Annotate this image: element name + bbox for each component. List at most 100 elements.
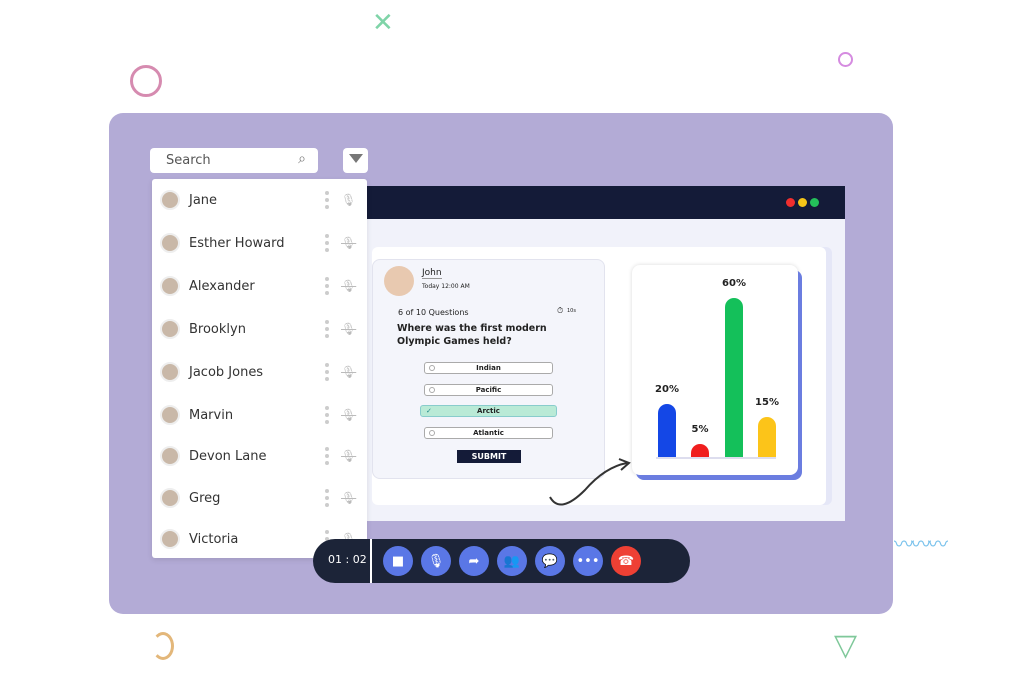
more-options-icon[interactable] xyxy=(325,447,329,465)
participant-name: Victoria xyxy=(189,531,239,547)
timer-icon: ⏱ xyxy=(557,306,564,315)
hangup-button[interactable]: ☎ xyxy=(611,546,641,576)
avatar xyxy=(160,529,180,549)
more-options-icon[interactable] xyxy=(325,489,329,507)
option-pacific[interactable]: Pacific xyxy=(424,384,553,396)
video-button[interactable]: ■ xyxy=(383,546,413,576)
participant-name: Marvin xyxy=(189,407,234,423)
more-options-icon[interactable] xyxy=(325,363,329,381)
avatar xyxy=(160,233,180,253)
radio-icon xyxy=(429,365,435,371)
mic-off-icon[interactable]: 🎙 xyxy=(341,449,356,463)
bar-label: 20% xyxy=(655,384,679,395)
more-button[interactable]: ••• xyxy=(573,546,603,576)
quiz-author: John xyxy=(422,268,442,279)
participant-list: Jane 🎙 Esther Howard 🎙 Alexander 🎙 Brooklyn 🎙 Ja… xyxy=(152,179,367,558)
arrow-icon xyxy=(549,458,631,506)
bar-label: 5% xyxy=(691,423,709,435)
deco-x: ✕ xyxy=(372,8,394,38)
participant-name: Devon Lane xyxy=(189,448,267,464)
more-options-icon[interactable] xyxy=(325,406,329,424)
share-button[interactable]: ➦ xyxy=(459,546,489,576)
search-input[interactable]: Search ⌕ xyxy=(150,148,318,173)
divider xyxy=(370,539,372,583)
video-icon: ■ xyxy=(391,553,405,569)
avatar xyxy=(160,190,180,210)
more-options-icon[interactable] xyxy=(325,320,329,338)
participant-name: Greg xyxy=(189,490,221,506)
chat-icon: 💬 xyxy=(541,553,559,569)
deco-triangle: ▽ xyxy=(834,628,858,663)
window-maximize-button[interactable] xyxy=(810,198,819,207)
avatar xyxy=(160,362,180,382)
avatar xyxy=(160,319,180,339)
chart-baseline xyxy=(656,457,776,459)
option-arctic[interactable]: ✓ Arctic xyxy=(420,405,557,417)
participant-row[interactable]: Jacob Jones 🎙 xyxy=(152,351,367,393)
call-timer: 01 : 02 xyxy=(328,553,367,566)
bar-label: 60% xyxy=(722,278,746,289)
participant-row[interactable]: Alexander 🎙 xyxy=(152,265,367,307)
quiz-progress: 6 of 10 Questions xyxy=(398,308,469,317)
deco-wave: 〰〰〰 xyxy=(894,532,948,556)
filter-icon xyxy=(349,154,363,163)
filter-button[interactable] xyxy=(343,148,368,173)
more-options-icon[interactable] xyxy=(325,277,329,295)
check-icon: ✓ xyxy=(426,407,432,415)
search-icon: ⌕ xyxy=(298,151,306,167)
avatar xyxy=(160,488,180,508)
radio-icon xyxy=(429,430,435,436)
quiz-card: John Today 12:00 AM 6 of 10 Questions ⏱ … xyxy=(372,259,605,479)
participant-row[interactable]: Devon Lane 🎙 xyxy=(152,435,367,477)
bar-atlantic xyxy=(758,417,776,457)
more-options-icon[interactable] xyxy=(325,191,329,209)
participant-row[interactable]: Greg 🎙 xyxy=(152,477,367,519)
window-close-button[interactable] xyxy=(786,198,795,207)
participants-icon: 👥 xyxy=(503,553,521,569)
participant-row[interactable]: Marvin 🎙 xyxy=(152,394,367,436)
participant-name: Alexander xyxy=(189,278,255,294)
mic-off-icon[interactable]: 🎙 xyxy=(341,279,356,293)
bar-arctic xyxy=(725,298,743,457)
chat-button[interactable]: 💬 xyxy=(535,546,565,576)
avatar xyxy=(160,405,180,425)
mic-button[interactable]: 🎙 xyxy=(421,546,451,576)
option-atlantic[interactable]: Atlantic xyxy=(424,427,553,439)
avatar xyxy=(384,266,414,296)
mic-icon: 🎙 xyxy=(427,553,445,569)
option-indian[interactable]: Indian xyxy=(424,362,553,374)
more-options-icon[interactable] xyxy=(325,234,329,252)
quiz-question: Where was the first modern Olympic Games… xyxy=(397,323,547,347)
bar-pacific xyxy=(691,443,709,457)
window-titlebar xyxy=(367,186,845,219)
hangup-icon: ☎ xyxy=(617,553,635,569)
share-icon: ➦ xyxy=(468,553,480,569)
participant-name: Esther Howard xyxy=(189,235,285,251)
deco-arc xyxy=(152,632,174,660)
participant-name: Jane xyxy=(189,192,218,208)
mic-off-icon[interactable]: 🎙 xyxy=(341,236,356,250)
participant-name: Jacob Jones xyxy=(189,364,264,380)
bar-label: 15% xyxy=(755,397,779,409)
participant-name: Brooklyn xyxy=(189,321,246,337)
radio-icon xyxy=(429,387,435,393)
mic-off-icon[interactable]: 🎙 xyxy=(341,365,356,379)
deco-circle-pink xyxy=(130,65,162,97)
participant-row[interactable]: Esther Howard 🎙 xyxy=(152,222,367,264)
bar-indian xyxy=(658,404,676,457)
more-icon: ••• xyxy=(576,553,600,569)
participants-button[interactable]: 👥 xyxy=(497,546,527,576)
submit-button[interactable]: SUBMIT xyxy=(457,450,521,463)
poll-results-chart: 20% 5% 60% 15% xyxy=(632,265,798,475)
avatar xyxy=(160,446,180,466)
quiz-time: Today 12:00 AM xyxy=(422,283,470,290)
quiz-timer: 10s xyxy=(567,308,576,314)
mic-off-icon[interactable]: 🎙 xyxy=(341,408,356,422)
participant-row[interactable]: Jane 🎙 xyxy=(152,179,367,221)
mic-icon[interactable]: 🎙 xyxy=(341,193,356,207)
window-minimize-button[interactable] xyxy=(798,198,807,207)
avatar xyxy=(160,276,180,296)
mic-off-icon[interactable]: 🎙 xyxy=(341,491,356,505)
mic-off-icon[interactable]: 🎙 xyxy=(341,322,356,336)
participant-row[interactable]: Brooklyn 🎙 xyxy=(152,308,367,350)
